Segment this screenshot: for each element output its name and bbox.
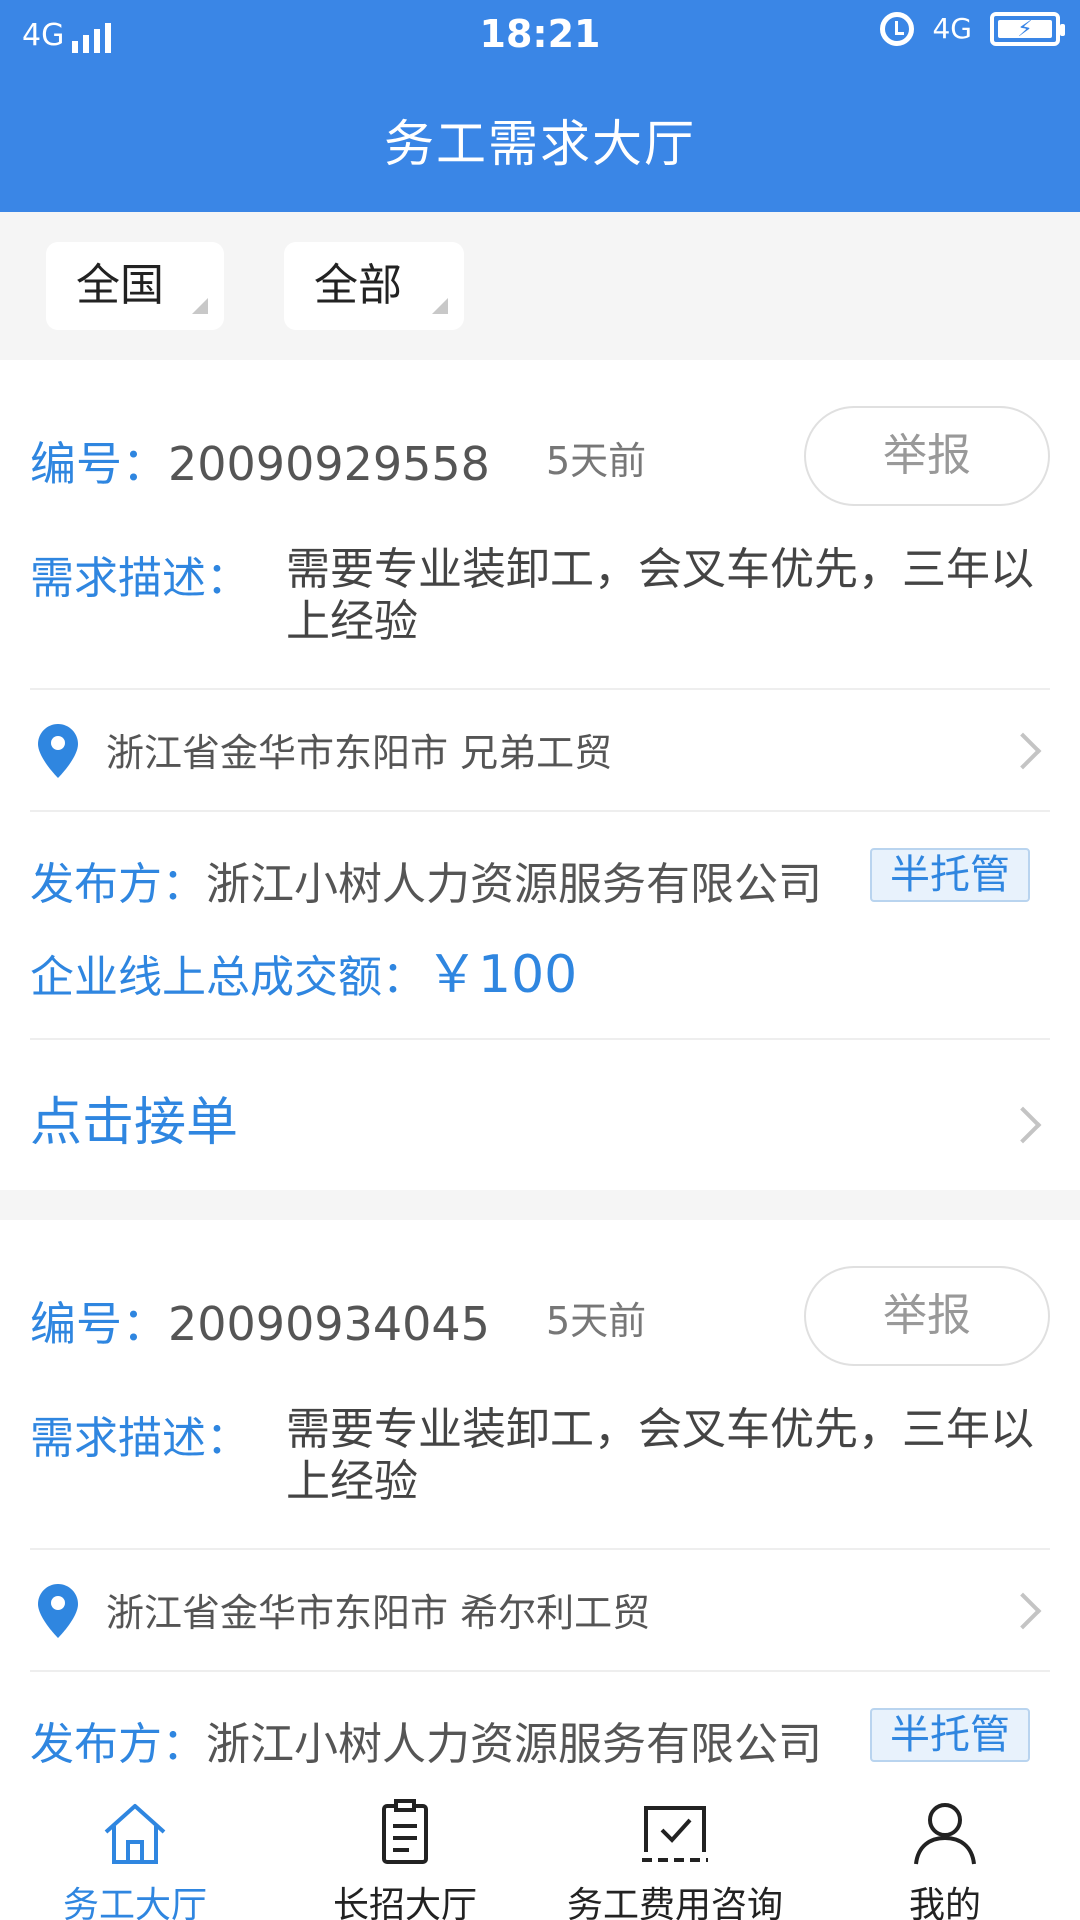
- amount-label: 企业线上总成交额：: [30, 952, 426, 1003]
- nav-label: 务工费用咨询: [566, 1885, 783, 1920]
- job-id-value: 20090934045: [168, 1297, 490, 1351]
- nav-item-fee-consult[interactable]: 务工费用咨询: [540, 1788, 810, 1920]
- chevron-right-icon: [1004, 732, 1042, 770]
- region-filter-label: 全国: [76, 260, 164, 311]
- job-card: 编号：20090929558 5天前 举报 需求描述： 需要专业装卸工，会叉车优…: [0, 360, 1080, 1190]
- bottom-nav: 务工大厅 长招大厅 务工费用咨询 我的: [0, 1788, 1080, 1920]
- description-label: 需求描述：: [30, 1413, 250, 1464]
- publisher-label: 发布方：: [30, 1719, 206, 1770]
- publisher-label: 发布方：: [30, 859, 206, 910]
- description-label: 需求描述：: [30, 553, 250, 604]
- job-id-value: 20090929558: [168, 437, 490, 491]
- publisher-row: 发布方：浙江小树人力资源服务有限公司: [30, 1708, 822, 1772]
- category-filter-dropdown[interactable]: 全部: [284, 242, 464, 330]
- posted-time: 5天前: [546, 439, 647, 483]
- alarm-icon: [880, 12, 915, 46]
- page-title: 务工需求大厅: [384, 115, 696, 173]
- divider: [30, 810, 1050, 812]
- nav-label: 我的: [908, 1885, 981, 1920]
- report-button[interactable]: 举报: [804, 406, 1050, 506]
- app-header: 4G 18:21 4G ⚡ 务工需求大厅: [0, 0, 1080, 212]
- description-text: 需要专业装卸工，会叉车优先，三年以上经验: [286, 1404, 1034, 1507]
- amount-value: ￥100: [426, 945, 578, 1005]
- location-text: 浙江省金华市东阳市 兄弟工贸: [106, 731, 613, 775]
- job-id-label: 编号：: [30, 1297, 168, 1351]
- nav-item-long-term-hall[interactable]: 长招大厅: [270, 1788, 540, 1920]
- checked-box-icon: [642, 1806, 708, 1862]
- document-icon: [382, 1799, 428, 1864]
- nav-item-work-hall[interactable]: 务工大厅: [0, 1788, 270, 1920]
- posted-time: 5天前: [546, 1299, 647, 1343]
- publisher-name: 浙江小树人力资源服务有限公司: [206, 1719, 822, 1770]
- location-pin-icon: [38, 1584, 78, 1638]
- nav-item-mine[interactable]: 我的: [810, 1788, 1080, 1920]
- battery-charging-icon: ⚡: [990, 12, 1065, 46]
- publisher-row: 发布方：浙江小树人力资源服务有限公司: [30, 848, 822, 912]
- location-text: 浙江省金华市东阳市 希尔利工贸: [106, 1591, 651, 1635]
- location-row[interactable]: 浙江省金华市东阳市 希尔利工贸: [30, 1550, 1050, 1670]
- region-filter-dropdown[interactable]: 全国: [46, 242, 224, 330]
- status-right: 4G ⚡: [880, 12, 1065, 46]
- job-card: 编号：20090934045 5天前 举报 需求描述： 需要专业装卸工，会叉车优…: [0, 1220, 1080, 1788]
- network-type-label-right: 4G: [932, 12, 972, 45]
- custody-badge: 半托管: [870, 848, 1030, 902]
- screen: 4G 18:21 4G ⚡ 务工需求大厅 全国 全部 编号：2009092955…: [0, 0, 1080, 1920]
- dropdown-triangle-icon: [192, 298, 208, 314]
- status-bar: 4G 18:21 4G ⚡: [0, 0, 1080, 70]
- publisher-name: 浙江小树人力资源服务有限公司: [206, 859, 822, 910]
- divider: [30, 1670, 1050, 1672]
- chevron-right-icon: [1004, 1592, 1042, 1630]
- filter-bar: 全国 全部: [0, 212, 1080, 360]
- take-order-button[interactable]: 点击接单: [30, 1080, 238, 1155]
- description-text: 需要专业装卸工，会叉车优先，三年以上经验: [286, 544, 1034, 647]
- dropdown-triangle-icon: [432, 298, 448, 314]
- person-icon: [914, 1803, 976, 1865]
- report-button[interactable]: 举报: [804, 1266, 1050, 1366]
- job-id-label: 编号：: [30, 437, 168, 491]
- category-filter-label: 全部: [314, 260, 402, 311]
- home-icon: [104, 1804, 166, 1864]
- location-pin-icon: [38, 724, 78, 778]
- divider: [30, 1038, 1050, 1040]
- custody-badge: 半托管: [870, 1708, 1030, 1762]
- location-row[interactable]: 浙江省金华市东阳市 兄弟工贸: [30, 690, 1050, 810]
- nav-label: 务工大厅: [62, 1885, 207, 1920]
- amount-row: 企业线上总成交额：￥100: [30, 932, 577, 1007]
- nav-label: 长招大厅: [332, 1885, 477, 1920]
- chevron-right-icon: [1004, 1106, 1042, 1144]
